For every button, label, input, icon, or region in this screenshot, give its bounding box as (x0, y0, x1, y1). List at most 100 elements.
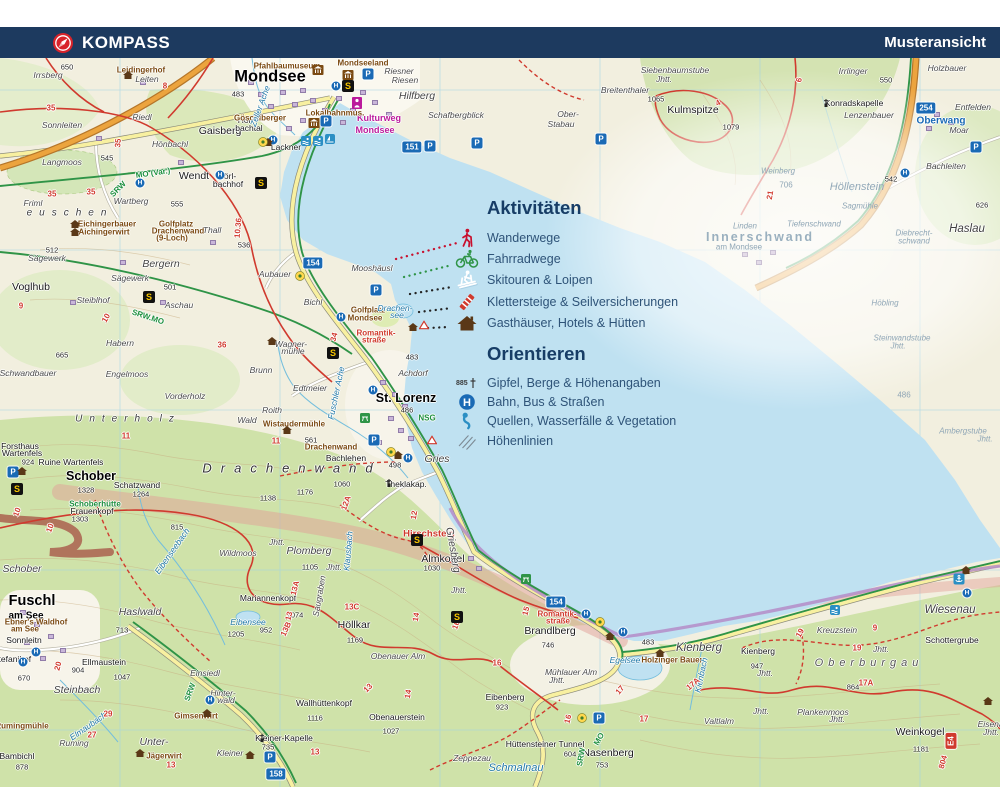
parking-icon: P (265, 752, 276, 763)
map-label: 498 (389, 461, 402, 470)
building (468, 556, 474, 561)
bus-stop-icon: H (619, 628, 628, 637)
map-label: Pfahlbaumuseum (254, 62, 321, 71)
road-badge: 151 (402, 142, 421, 153)
map-label: bachhof (213, 179, 243, 189)
s-badge: S (143, 291, 155, 303)
map-label: 1065 (648, 95, 665, 104)
trail-number: 27 (88, 731, 97, 740)
map-label: Ruine Wartenfels (39, 457, 104, 467)
map-label: Aubauer (259, 269, 291, 279)
picnic-icon (360, 413, 370, 423)
map-label: Habern (106, 338, 134, 348)
building (40, 656, 46, 661)
map-label: 1303 (72, 515, 89, 524)
map-label: Wiesenau (924, 604, 975, 616)
trail-number: 13C (345, 603, 360, 612)
map-label: Jhtt. (326, 562, 342, 572)
map-label: Kulmspitze (667, 104, 718, 116)
road-badge: 254 (916, 103, 935, 114)
legend-item: Quellen, Wasserfälle & Vegetation (455, 412, 676, 431)
map-label: 670 (18, 674, 31, 683)
trail-number: 36 (218, 341, 227, 350)
map-label: Schwandbauer (0, 368, 56, 378)
map-label: Holzbauer (928, 63, 967, 73)
map-label: wald (217, 695, 234, 705)
map-label: 904 (72, 666, 85, 675)
map-label: 483 (642, 638, 655, 647)
map-label: 1079 (723, 123, 740, 132)
trail-number: 8 (163, 82, 167, 91)
map-label: Thall (203, 225, 221, 235)
map-label: Hilfberg (399, 90, 435, 102)
map-label: Eibenberg (486, 692, 525, 702)
hut-icon (282, 426, 293, 435)
hut-icon (455, 312, 479, 334)
map-label: Zeppezau (453, 753, 491, 763)
trail-number: 11 (272, 437, 280, 446)
map-label: Nasenberg (582, 747, 633, 759)
map-label: Leiten (135, 74, 158, 84)
map-label: Weinkogel (896, 726, 945, 738)
trail-number: 11 (122, 432, 130, 441)
map-label: 486 (401, 406, 414, 415)
building (300, 118, 306, 123)
map-label: 665 (56, 351, 69, 360)
campsite-icon (427, 436, 437, 445)
map-label: Wald (237, 415, 256, 425)
map-label: straße (362, 336, 386, 345)
map-label: 486 (897, 391, 910, 400)
map-label: schwand (898, 237, 930, 246)
building (268, 104, 274, 109)
legend-orientation: Orientieren 885Gipfel, Berge & Höhenanga… (455, 343, 676, 451)
map-label: Vorderholz (165, 391, 206, 401)
trail-number: 29 (104, 710, 113, 719)
map-label: Irrlinger (839, 66, 868, 76)
map-label: Egelsee (610, 655, 641, 665)
map-label: Friml (24, 198, 43, 208)
map-label: Mondseeland (337, 59, 388, 68)
s-badge: S (342, 80, 354, 92)
building (742, 252, 748, 257)
leisure-icon (595, 617, 605, 627)
building (476, 566, 482, 571)
museum-icon (309, 118, 320, 128)
map-label: Riedl (132, 112, 151, 122)
kompass-logo: KOMPASS (52, 32, 170, 54)
map-label: Jhtt. (269, 537, 285, 547)
map-label: Drachenwand (202, 461, 381, 476)
map-label: Moar (949, 125, 968, 135)
hut-icon (408, 323, 419, 332)
parking-icon: P (363, 69, 374, 80)
map-label: Jhtt. (451, 585, 467, 595)
map-label: Valtlalm (704, 716, 734, 726)
swimming-icon (301, 136, 311, 146)
brand-wordmark: KOMPASS (82, 33, 170, 53)
map-label: Jhtt. (656, 74, 672, 84)
map-label: Schober (66, 469, 116, 483)
map-label: Voglhub (12, 281, 50, 293)
map-label: Weinberg (761, 167, 795, 176)
legend-item-label: Skitouren & Loipen (487, 273, 593, 287)
leisure-icon (258, 137, 268, 147)
building (770, 250, 776, 255)
map-label: Mooshäusl (351, 263, 392, 273)
bus-stop-icon: H (337, 313, 346, 322)
map-label: Schottergrube (925, 635, 978, 645)
map-label: 550 (880, 76, 893, 85)
map-label: 483 (232, 90, 245, 99)
trail-number: 19 (853, 644, 862, 653)
map-label: Schober (2, 563, 41, 575)
map-label: Engelmoos (106, 369, 149, 379)
map-label: 952 (260, 626, 273, 635)
map-label: 878 (16, 763, 29, 772)
legend-activities-title: Aktivitäten (487, 197, 678, 219)
hut-icon (135, 749, 146, 758)
map-label: Mariannenkopf (240, 593, 296, 603)
view-title: Musteransicht (884, 34, 986, 51)
map-label: Riesen (392, 75, 418, 85)
legend-item: Wanderwege (455, 227, 678, 248)
map-label: Jägerwirt (146, 752, 182, 761)
map-label: Konradskapelle (825, 98, 884, 108)
map-label: Höllenstein (830, 181, 884, 193)
